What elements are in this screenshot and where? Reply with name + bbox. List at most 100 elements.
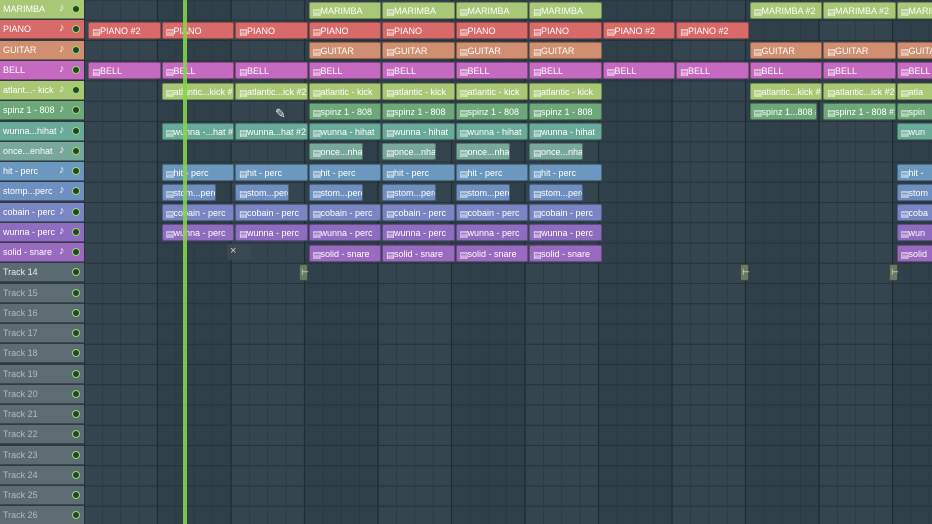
pattern-clip[interactable]: ▤ atlantic...kick #2	[749, 82, 822, 100]
track-header[interactable]: cobain - perc ♪	[0, 202, 84, 222]
track-active-led-icon[interactable]	[72, 349, 80, 358]
track-active-led-icon[interactable]	[72, 227, 80, 236]
pattern-clip[interactable]: ▤MARIMBA	[896, 1, 932, 19]
track-name[interactable]: Track 26	[3, 509, 57, 521]
pattern-clip[interactable]: ▤MARIMBA	[382, 1, 455, 19]
pattern-clip[interactable]: ▤ solid - snare	[455, 244, 528, 262]
pattern-clip[interactable]: ▤BELL	[382, 62, 455, 80]
pattern-clip[interactable]: ▤ stom...perc	[308, 183, 363, 201]
pattern-clip[interactable]: ▤ PIANO	[382, 21, 455, 39]
track-name[interactable]: Track 20	[3, 388, 57, 400]
pattern-clip[interactable]: ▤ GUITAR	[455, 42, 528, 59]
pattern-clip[interactable]: ▤ cobain - perc	[455, 204, 528, 221]
track-name[interactable]: wunna - perc	[3, 226, 57, 238]
pattern-clip[interactable]: ▤ atlantic - kick	[529, 82, 602, 100]
note-icon[interactable]: ♪	[59, 225, 65, 238]
track-active-led-icon[interactable]	[72, 146, 80, 155]
track-header[interactable]: Track 14	[0, 263, 84, 283]
pattern-clip[interactable]: ▤BELL	[676, 62, 749, 80]
pattern-clip[interactable]: ▤ hit - perc	[308, 163, 381, 181]
pattern-clip[interactable]: ▤spinz 1...808 #2	[749, 102, 817, 120]
track-header[interactable]: Track 15	[0, 283, 84, 303]
pattern-clip[interactable]: ▤ stom	[896, 183, 932, 201]
pattern-clip[interactable]: ▤ PIANO #2	[88, 21, 161, 39]
pattern-clip[interactable]: ▤ wunna - perc	[382, 224, 455, 242]
track-active-led-icon[interactable]	[72, 187, 80, 196]
pattern-clip[interactable]: ▤ MARIMBA #2	[823, 1, 896, 19]
pattern-clip[interactable]: ▤ spinz 1 - 808	[382, 102, 455, 120]
pattern-clip[interactable]: ▤ spin	[896, 102, 932, 120]
track-active-led-icon[interactable]	[72, 268, 80, 277]
track-active-led-icon[interactable]	[72, 389, 80, 398]
track-header[interactable]: MARIMBA ♪	[0, 0, 84, 19]
pattern-clip[interactable]: ▤ atlantic - kick	[455, 82, 528, 100]
track-name[interactable]: Track 25	[3, 489, 57, 501]
track-active-led-icon[interactable]	[72, 329, 80, 337]
track-name[interactable]: stomp...perc	[3, 185, 57, 197]
pattern-clip[interactable]: ▤MARIMBA	[308, 1, 381, 19]
pattern-clip[interactable]: ▤ solid - snare	[529, 244, 602, 262]
pattern-clip[interactable]: ▤ wunna - perc	[455, 224, 528, 242]
track-header[interactable]: Track 20	[0, 384, 84, 404]
pattern-clip[interactable]: ▤ hit - perc	[382, 163, 455, 181]
track-name[interactable]: Track 14	[3, 266, 57, 278]
track-header[interactable]: Track 19	[0, 364, 84, 384]
pattern-clip[interactable]: ▤ PIANO	[455, 21, 528, 39]
pattern-clip[interactable]: ▤ PIANO #2	[602, 21, 675, 39]
pattern-clip[interactable]: ▤ wun	[896, 123, 932, 140]
playhead-line[interactable]	[183, 0, 187, 524]
note-icon[interactable]: ♪	[59, 144, 65, 157]
note-icon[interactable]: ♪	[59, 63, 65, 76]
pattern-clip[interactable]: ▤ once...nhat	[382, 143, 437, 161]
track-name[interactable]: Track 17	[3, 327, 57, 339]
note-icon[interactable]: ♪	[59, 164, 65, 177]
pattern-clip[interactable]: ▤ solid - snare	[308, 244, 381, 262]
pattern-clip[interactable]: ▤ atla	[896, 82, 932, 100]
pattern-clip[interactable]: ▤ stom...perc	[382, 183, 437, 201]
pattern-clip[interactable]: ▤ atlantic...ick #2	[823, 82, 896, 100]
pattern-clip[interactable]: ▤ PIANO	[529, 21, 602, 39]
track-active-led-icon[interactable]	[72, 369, 80, 378]
track-header[interactable]: stomp...perc ♪	[0, 182, 84, 202]
pattern-clip[interactable]: ▤ wunna -...hat #2	[161, 123, 234, 140]
track-active-led-icon[interactable]	[72, 126, 80, 135]
pattern-clip[interactable]: ▤ spinz 1 - 808	[308, 102, 381, 120]
track-active-led-icon[interactable]	[72, 410, 80, 418]
pattern-clip[interactable]: ▤ atlantic - kick	[382, 82, 455, 100]
track-name[interactable]: Track 15	[3, 287, 57, 299]
track-header[interactable]: Track 25	[0, 486, 84, 505]
pattern-clip[interactable]: ▤ hit - perc	[235, 163, 308, 181]
time-marker-icon[interactable]: ⊢	[740, 264, 750, 281]
track-name[interactable]: Track 23	[3, 449, 57, 461]
track-name[interactable]: BELL	[3, 64, 57, 76]
track-name[interactable]: Track 18	[3, 347, 57, 359]
note-icon[interactable]: ♪	[59, 245, 65, 258]
pattern-clip[interactable]: ▤BELL	[455, 62, 528, 80]
pattern-clip[interactable]: ▤BELL	[161, 62, 234, 80]
track-header[interactable]: atlant...- kick ♪	[0, 81, 84, 100]
track-header[interactable]: once...enhat ♪	[0, 141, 84, 161]
pattern-clip[interactable]: ▤ hit - perc	[529, 163, 602, 181]
pattern-clip[interactable]: ▤ cobain - perc	[382, 204, 455, 221]
pattern-clip[interactable]: ▤GUITA	[896, 42, 932, 59]
pattern-clip[interactable]: ▤ PIANO #2	[676, 21, 749, 39]
time-marker-icon[interactable]: ⊢	[889, 264, 899, 281]
pattern-clip[interactable]: ▤BELL	[308, 62, 381, 80]
pattern-clip[interactable]: ▤BELL	[529, 62, 602, 80]
track-active-led-icon[interactable]	[72, 45, 80, 54]
track-active-led-icon[interactable]	[72, 65, 80, 74]
pattern-clip[interactable]: ▤ atlantic...ick #2	[235, 82, 308, 100]
track-header[interactable]: solid - snare ♪	[0, 243, 84, 262]
pattern-clip[interactable]: ▤BELL	[235, 62, 308, 80]
track-header[interactable]: hit - perc ♪	[0, 162, 84, 181]
pattern-clip[interactable]: ▤ stom...perc	[161, 183, 216, 201]
track-active-led-icon[interactable]	[72, 106, 80, 115]
track-name[interactable]: Track 19	[3, 368, 57, 380]
pattern-clip[interactable]: ▤BELL	[823, 62, 896, 80]
pattern-clip[interactable]: ▤ GUITAR	[308, 42, 381, 59]
track-header[interactable]: Track 26	[0, 506, 84, 524]
pattern-clip[interactable]: ▤ wunna - perc	[529, 224, 602, 242]
pattern-clip[interactable]: ▤ PIANO	[161, 21, 234, 39]
pattern-clip[interactable]: ▤ wunna - hihat	[529, 123, 602, 140]
note-icon[interactable]: ♪	[59, 184, 65, 197]
